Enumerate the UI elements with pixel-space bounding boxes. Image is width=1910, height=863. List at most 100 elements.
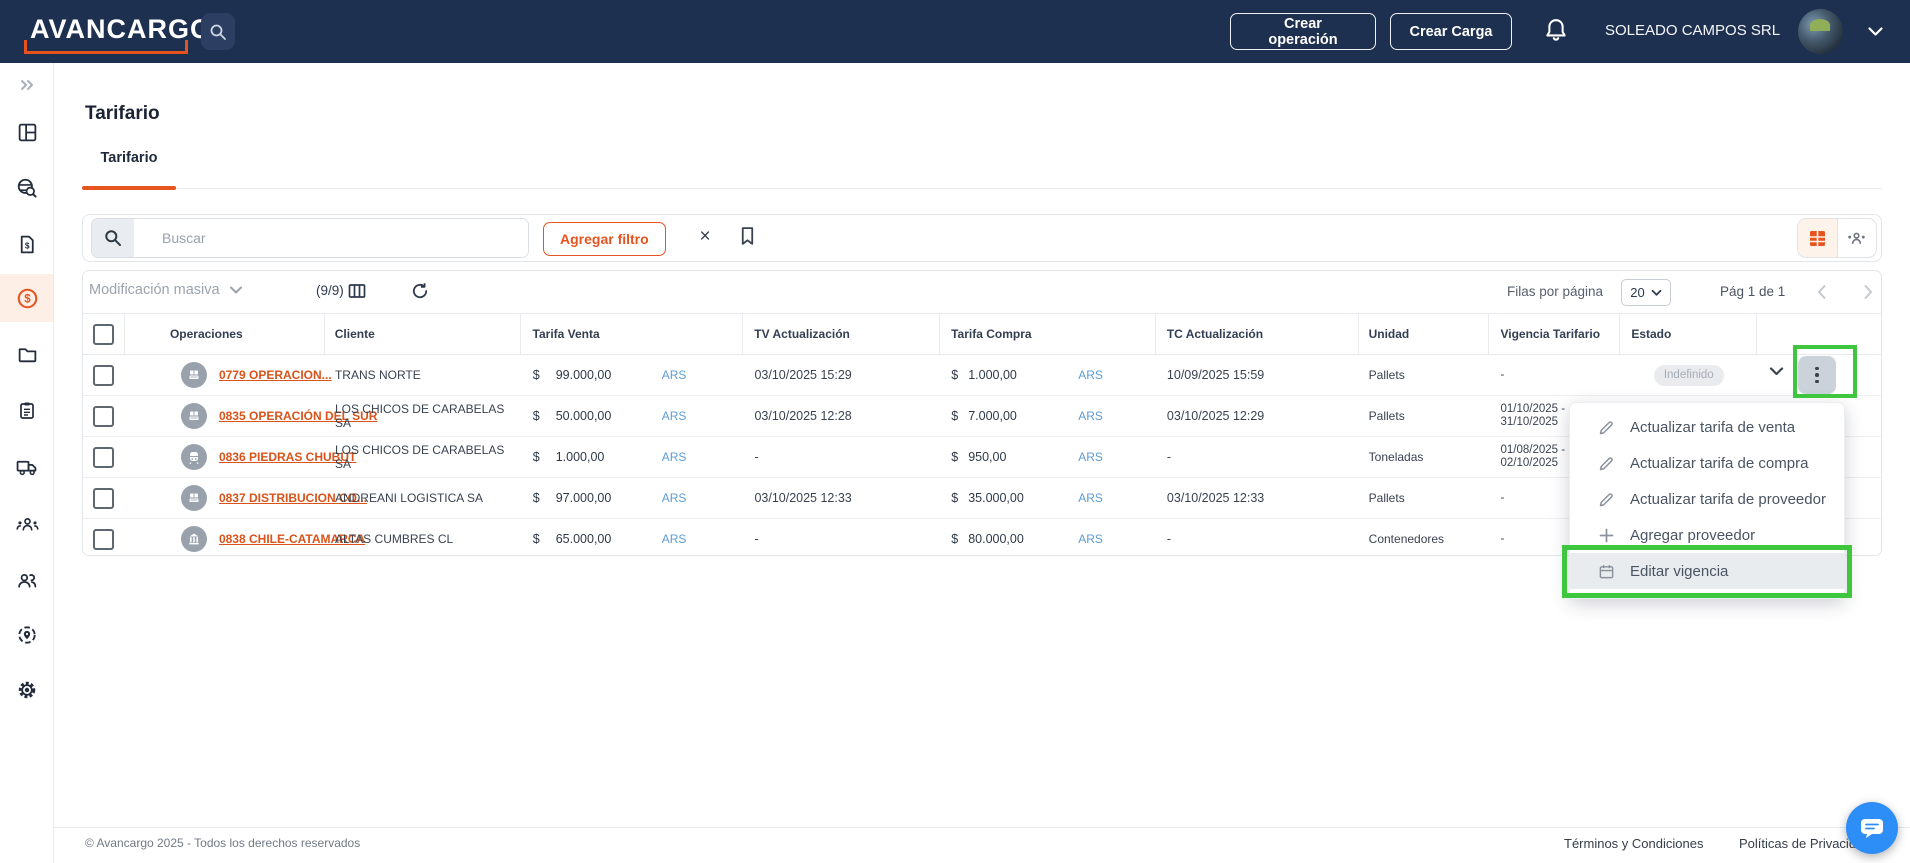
- venta-value: 97.000,00: [555, 491, 612, 505]
- svg-text:$: $: [24, 240, 29, 250]
- compra-value: 1.000,00: [968, 368, 1017, 382]
- tab-divider: [82, 188, 1882, 189]
- clear-filter-icon[interactable]: ×: [693, 223, 717, 251]
- terms-link[interactable]: Términos y Condiciones: [1564, 836, 1703, 851]
- copyright-text: © Avancargo 2025 - Todos los derechos re…: [85, 836, 361, 850]
- clipboard-icon[interactable]: [15, 398, 39, 422]
- tc-actualizacion-cell: -: [1166, 450, 1172, 464]
- menu-item-editar-vigencia[interactable]: Editar vigencia: [1570, 553, 1844, 589]
- row-checkbox[interactable]: [93, 405, 115, 427]
- header-estado: Estado: [1620, 314, 1758, 354]
- settings-gear-icon[interactable]: [15, 678, 39, 702]
- chat-icon: [1861, 819, 1883, 838]
- expand-sidebar-icon[interactable]: [15, 73, 39, 97]
- clients-icon[interactable]: [15, 568, 39, 592]
- menu-item-actualizar-tarifa-venta[interactable]: Actualizar tarifa de venta: [1570, 409, 1844, 445]
- tracking-icon[interactable]: [15, 623, 39, 647]
- cliente-cell: LOS CHICOS DE CARABELAS SA: [334, 443, 505, 471]
- tv-actualizacion-cell: 03/10/2025 12:28: [754, 409, 852, 423]
- venta-currency: ARS: [661, 409, 687, 423]
- search-group: [91, 218, 529, 258]
- create-load-button[interactable]: Crear Carga: [1390, 13, 1512, 50]
- menu-item-label: Actualizar tarifa de proveedor: [1630, 490, 1826, 508]
- unidad-cell: Pallets: [1368, 491, 1405, 505]
- currency-symbol: $: [532, 491, 540, 505]
- row-checkbox[interactable]: [93, 487, 115, 509]
- chat-widget-button[interactable]: [1846, 802, 1898, 854]
- unidad-cell: Pallets: [1368, 368, 1405, 382]
- bookmark-icon[interactable]: [739, 226, 756, 246]
- row-expand-chevron-icon[interactable]: [1769, 366, 1784, 377]
- pencil-icon: [1599, 456, 1613, 470]
- notifications-bell-icon[interactable]: [1543, 17, 1569, 45]
- add-filter-button[interactable]: Agregar filtro: [543, 222, 666, 256]
- grid-view-button[interactable]: [1798, 219, 1838, 257]
- page-title: Tarifario: [85, 103, 160, 124]
- row-checkbox[interactable]: [93, 446, 115, 468]
- currency-symbol: $: [532, 409, 540, 423]
- truck-icon: [180, 403, 207, 429]
- tc-actualizacion-cell: -: [1166, 532, 1172, 546]
- header-actions: [1757, 314, 1881, 354]
- previous-page-button[interactable]: [1816, 284, 1827, 300]
- next-page-button[interactable]: [1863, 284, 1874, 300]
- venta-currency: ARS: [661, 450, 687, 464]
- vigencia-line2: 31/10/2025: [1500, 416, 1559, 428]
- vigencia-line1: 01/08/2025 -: [1500, 444, 1566, 456]
- chevron-down-icon: [229, 286, 242, 294]
- select-all-checkbox[interactable]: [92, 323, 114, 345]
- account-chevron-down-icon[interactable]: [1867, 25, 1884, 38]
- tarifa-compra-cell: $ 1.000,00 ARS: [940, 355, 1156, 395]
- header-tv-actualizacion: TV Actualización: [743, 314, 941, 354]
- currency-symbol: $: [951, 368, 959, 382]
- menu-item-actualizar-tarifa-proveedor[interactable]: Actualizar tarifa de proveedor: [1570, 481, 1844, 517]
- menu-item-label: Editar vigencia: [1630, 562, 1729, 580]
- view-toggle: [1797, 218, 1877, 258]
- header-tarifa-compra: Tarifa Compra: [940, 314, 1156, 354]
- tab-tarifario[interactable]: Tarifario: [82, 150, 176, 166]
- tarifario-screen: AVANCARGO Crear operación Crear Carga SO…: [0, 0, 1910, 863]
- menu-item-agregar-proveedor[interactable]: Agregar proveedor: [1570, 517, 1844, 553]
- sidebar: $ $: [0, 63, 54, 863]
- columns-icon[interactable]: [347, 281, 367, 301]
- globe-search-icon[interactable]: [15, 176, 39, 200]
- folder-icon[interactable]: [15, 342, 39, 366]
- document-dollar-icon[interactable]: $: [15, 232, 39, 256]
- search-input[interactable]: [134, 219, 528, 257]
- team-icon[interactable]: [15, 512, 39, 536]
- bulk-action-dropdown[interactable]: Modificación masiva: [89, 282, 243, 298]
- tarifa-compra-cell: $ 7.000,00 ARS: [940, 396, 1156, 436]
- topbar-search-button[interactable]: [201, 13, 235, 50]
- tarifa-compra-cell: $ 35.000,00 ARS: [940, 478, 1156, 518]
- chevron-down-icon: [1651, 289, 1662, 296]
- vigencia-line1: 01/10/2025 -: [1500, 403, 1566, 415]
- tc-actualizacion-cell: 10/09/2025 15:59: [1166, 368, 1265, 382]
- avatar[interactable]: [1798, 9, 1843, 54]
- tarifa-venta-cell: $ 50.000,00 ARS: [521, 396, 744, 436]
- refresh-icon[interactable]: [411, 282, 429, 300]
- tarifa-venta-cell: $ 99.000,00 ARS: [521, 355, 744, 395]
- table-toolbar: Modificación masiva (9/9) Filas por pági…: [83, 271, 1881, 314]
- page-indicator: Pág 1 de 1: [1720, 284, 1786, 299]
- operation-link[interactable]: 0779 OPERACION...: [219, 368, 332, 382]
- menu-item-label: Actualizar tarifa de compra: [1630, 454, 1809, 472]
- truck-icon: [180, 485, 207, 511]
- topbar: AVANCARGO Crear operación Crear Carga SO…: [0, 0, 1910, 63]
- row-checkbox[interactable]: [93, 528, 115, 550]
- tarifa-venta-cell: $ 1.000,00 ARS: [521, 437, 744, 477]
- truck-icon[interactable]: [15, 455, 39, 479]
- row-kebab-menu-button[interactable]: [1798, 356, 1837, 394]
- rows-per-page-select[interactable]: 20: [1621, 279, 1671, 306]
- venta-currency: ARS: [661, 368, 687, 382]
- dashboard-icon[interactable]: [15, 120, 39, 144]
- tariffs-dollar-icon[interactable]: $: [15, 286, 39, 310]
- compra-value: 35.000,00: [968, 491, 1024, 505]
- account-name[interactable]: SOLEADO CAMPOS SRL: [1605, 22, 1780, 39]
- create-operation-button[interactable]: Crear operación: [1230, 13, 1376, 50]
- menu-item-actualizar-tarifa-compra[interactable]: Actualizar tarifa de compra: [1570, 445, 1844, 481]
- compra-currency: ARS: [1078, 532, 1103, 546]
- clients-view-button[interactable]: [1838, 219, 1877, 257]
- row-checkbox[interactable]: [93, 364, 115, 386]
- active-tab-indicator: [82, 186, 176, 190]
- compra-currency: ARS: [1078, 368, 1103, 382]
